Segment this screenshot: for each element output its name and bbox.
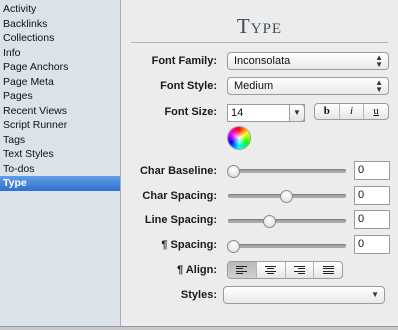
styles-popup[interactable]: ▼ <box>223 286 385 304</box>
paragraph-spacing-slider-knob[interactable] <box>227 239 240 253</box>
align-right-icon <box>293 265 305 275</box>
line-spacing-label: Line Spacing: <box>144 214 217 226</box>
paragraph-spacing-field[interactable]: 0 <box>354 235 390 254</box>
align-center-button[interactable] <box>257 262 286 278</box>
char-spacing-field[interactable]: 0 <box>354 186 390 205</box>
title-divider <box>131 42 388 43</box>
sidebar-item-pages[interactable]: Pages <box>0 89 120 104</box>
sidebar-item-text-styles[interactable]: Text Styles <box>0 147 120 162</box>
sidebar-item-type[interactable]: Type <box>0 176 120 191</box>
panel-title: Type <box>236 14 283 38</box>
sidebar-item-to-dos[interactable]: To-dos <box>0 162 120 177</box>
font-size-combo[interactable]: 14 ▼ <box>227 104 305 122</box>
chevron-down-icon[interactable]: ▼ <box>289 104 305 122</box>
sidebar-item-tags[interactable]: Tags <box>0 133 120 148</box>
sidebar-item-info[interactable]: Info <box>0 46 120 61</box>
font-size-label: Font Size: <box>164 106 217 118</box>
font-family-value: Inconsolata <box>234 55 291 67</box>
popup-arrows-icon: ▲ ▼ <box>375 78 383 94</box>
paragraph-spacing-slider[interactable] <box>228 244 346 248</box>
font-style-label: Font Style: <box>160 80 217 92</box>
styles-label: Styles: <box>180 289 217 301</box>
line-spacing-slider[interactable] <box>228 219 346 223</box>
font-style-value: Medium <box>234 80 274 92</box>
char-baseline-field[interactable]: 0 <box>354 161 390 180</box>
font-family-popup[interactable]: Inconsolata ▲ ▼ <box>227 52 389 70</box>
sidebar: Activity Backlinks Collections Info Page… <box>0 0 121 330</box>
font-style-popup[interactable]: Medium ▲ ▼ <box>227 77 389 95</box>
char-baseline-label: Char Baseline: <box>139 165 217 177</box>
popup-arrows-icon: ▲ ▼ <box>375 53 383 69</box>
paragraph-spacing-label: ¶ Spacing: <box>161 239 217 251</box>
sidebar-item-page-anchors[interactable]: Page Anchors <box>0 60 120 75</box>
paragraph-align-control <box>227 261 343 279</box>
align-right-button[interactable] <box>286 262 315 278</box>
font-size-value: 14 <box>231 107 244 119</box>
paragraph-align-label: ¶ Align: <box>177 264 217 276</box>
line-spacing-field[interactable]: 0 <box>354 210 390 229</box>
sidebar-item-recent-views[interactable]: Recent Views <box>0 104 120 119</box>
chevron-down-icon: ▼ <box>371 290 379 299</box>
bottom-border <box>0 326 398 330</box>
align-left-icon <box>236 265 248 275</box>
char-baseline-slider[interactable] <box>228 169 346 173</box>
italic-button[interactable]: i <box>340 104 365 119</box>
sidebar-item-collections[interactable]: Collections <box>0 31 120 46</box>
text-style-buttons: b i u <box>314 103 389 120</box>
color-wheel-icon[interactable] <box>228 127 250 149</box>
align-left-button[interactable] <box>228 262 257 278</box>
sidebar-item-activity[interactable]: Activity <box>0 2 120 17</box>
font-family-label: Font Family: <box>151 55 217 67</box>
line-spacing-slider-knob[interactable] <box>263 214 276 228</box>
align-center-icon <box>265 265 277 275</box>
char-spacing-label: Char Spacing: <box>142 190 217 202</box>
underline-button[interactable]: u <box>364 104 388 119</box>
char-baseline-slider-knob[interactable] <box>227 164 240 178</box>
sidebar-item-backlinks[interactable]: Backlinks <box>0 17 120 32</box>
sidebar-item-page-meta[interactable]: Page Meta <box>0 75 120 90</box>
type-panel: Type Font Family: Inconsolata ▲ ▼ Font St… <box>121 0 398 330</box>
bold-button[interactable]: b <box>315 104 340 119</box>
sidebar-item-script-runner[interactable]: Script Runner <box>0 118 120 133</box>
char-spacing-slider-knob[interactable] <box>280 189 293 203</box>
align-justify-button[interactable] <box>314 262 342 278</box>
align-justify-icon <box>322 265 334 275</box>
